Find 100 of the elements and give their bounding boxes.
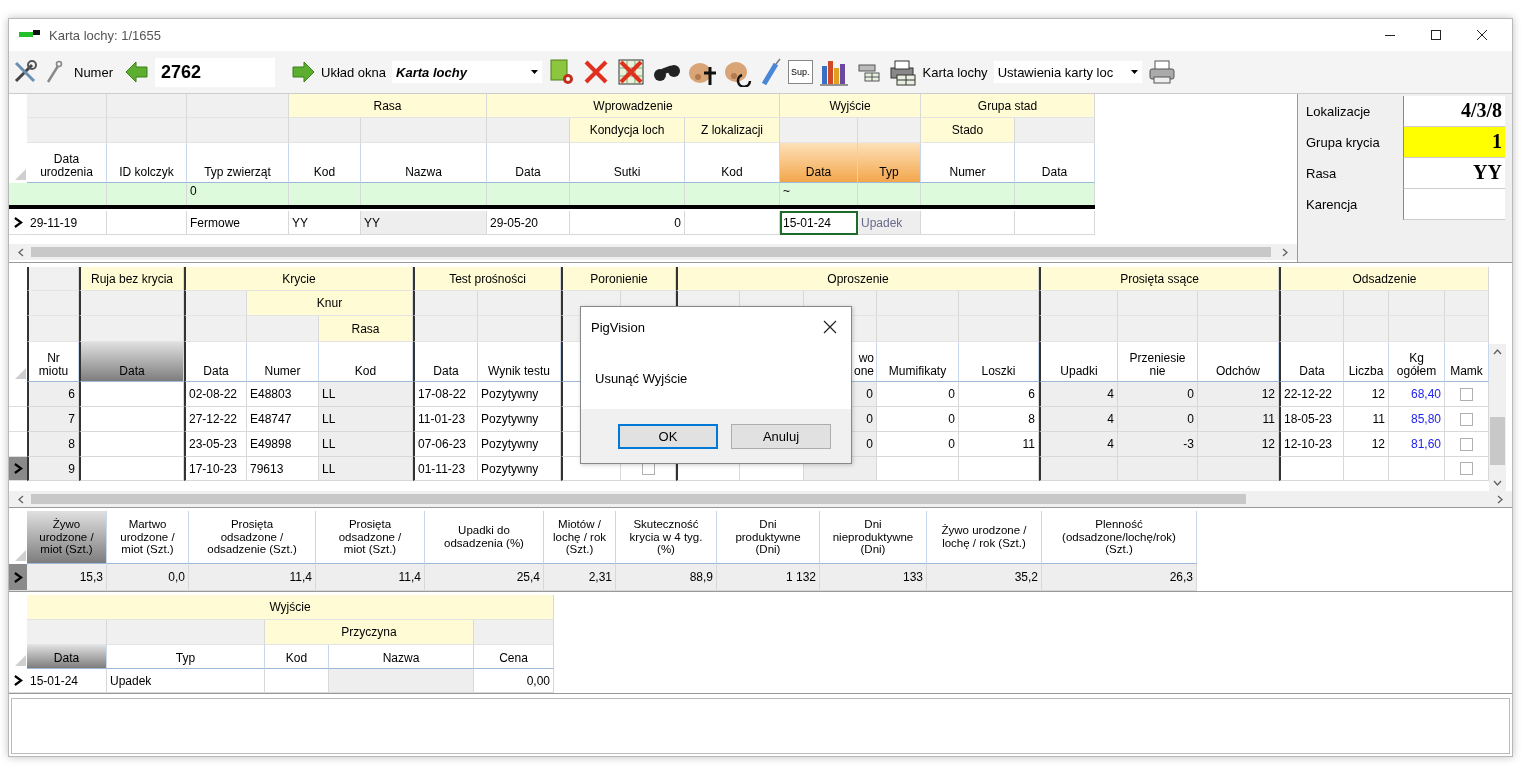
column-header[interactable]: Liczba <box>1344 342 1389 382</box>
value-field[interactable]: YY <box>1403 158 1505 189</box>
dialog-button[interactable]: Anuluj <box>731 423 831 449</box>
column-header[interactable]: Odchów <box>1198 342 1279 382</box>
value-field[interactable]: 4/3/8 <box>1403 96 1505 127</box>
number-field[interactable]: 2762 <box>155 57 275 87</box>
table-cell: 0 <box>877 382 959 407</box>
right-arrow-icon[interactable] <box>291 61 315 83</box>
table-cell[interactable]: 15-01-24 <box>780 211 858 235</box>
scroll-right-icon[interactable] <box>1496 494 1504 504</box>
column-header[interactable]: Miotów / lochę / rok (Szt.) <box>544 511 616 564</box>
column-header[interactable]: Żywo urodzone / lochę / rok (Szt.) <box>927 511 1042 564</box>
filter-cell[interactable] <box>487 183 570 205</box>
notes-field[interactable] <box>11 698 1510 754</box>
filter-cell[interactable]: 0 <box>187 183 289 205</box>
checkbox[interactable] <box>1460 462 1473 475</box>
checkbox[interactable] <box>1460 387 1473 401</box>
printer-icon[interactable] <box>1147 59 1176 85</box>
scroll-down-icon[interactable] <box>1493 479 1502 487</box>
filter-cell[interactable] <box>289 183 361 205</box>
row-header[interactable] <box>9 564 27 591</box>
column-header[interactable]: Nazwa <box>329 645 474 669</box>
column-header[interactable]: Data <box>1279 342 1344 382</box>
column-header[interactable]: Żywo urodzone / miot (Szt.) <box>27 511 107 564</box>
scroll-left-icon[interactable] <box>17 247 25 257</box>
value-field[interactable]: 1 <box>1403 127 1505 158</box>
filter-cell[interactable] <box>27 183 107 205</box>
horizontal-scrollbar[interactable] <box>9 491 1512 507</box>
bar-chart-icon[interactable] <box>818 58 849 86</box>
filter-cell[interactable] <box>858 183 921 205</box>
dropdown-caret-icon[interactable] <box>531 70 539 74</box>
column-header[interactable]: Loszki <box>959 342 1039 382</box>
table-cell: 7 <box>27 407 79 432</box>
close-icon[interactable] <box>823 320 837 334</box>
scroll-left-icon[interactable] <box>17 494 25 504</box>
column-header[interactable]: Prosięta odsadzone / odsadzenie (Szt.) <box>189 511 316 564</box>
scroll-right-icon[interactable] <box>1281 247 1289 257</box>
column-header[interactable]: Typ <box>858 143 921 183</box>
column-header[interactable]: Data <box>79 342 184 382</box>
sup-button[interactable]: Sup. <box>788 60 813 84</box>
column-header[interactable]: Typ zwierząt <box>187 143 289 183</box>
column-header[interactable]: Numer <box>247 342 319 382</box>
table-cell: 88,9 <box>616 564 717 591</box>
column-header[interactable]: Data <box>27 645 107 669</box>
column-header[interactable]: Dni produktywne (Dni) <box>717 511 820 564</box>
column-header[interactable]: Cena <box>474 645 554 669</box>
column-header[interactable]: Skuteczność krycia w 4 tyg. (%) <box>616 511 717 564</box>
column-header[interactable]: Kod <box>289 143 361 183</box>
column-header[interactable]: Upadki do odsadzenia (%) <box>425 511 544 564</box>
column-header[interactable]: Martwo urodzone / miot (Szt.) <box>107 511 189 564</box>
table-cell[interactable]: Upadek <box>858 211 921 235</box>
left-arrow-icon[interactable] <box>125 61 149 83</box>
vertical-scrollbar[interactable] <box>1489 344 1506 491</box>
column-header[interactable]: Plenność (odsadzone/lochę/rok) (Szt.) <box>1042 511 1197 564</box>
value-field[interactable] <box>1403 189 1505 220</box>
column-header[interactable]: Typ <box>107 645 265 669</box>
column-header[interactable]: Data <box>184 342 247 382</box>
column-header[interactable]: ID kolczyk <box>107 143 187 183</box>
column-header[interactable]: Data <box>1015 143 1095 183</box>
filter-cell[interactable] <box>107 183 187 205</box>
column-header[interactable]: Data urodzenia <box>27 143 107 183</box>
column-header[interactable]: Kod <box>685 143 780 183</box>
dialog-button[interactable]: OK <box>618 423 718 449</box>
column-header[interactable]: Kod <box>319 342 413 382</box>
layout-dropdown[interactable]: Karta lochy <box>392 61 543 83</box>
filter-cell[interactable] <box>570 183 685 205</box>
column-header[interactable]: Data <box>780 143 858 183</box>
checkbox[interactable] <box>1460 412 1473 426</box>
column-header[interactable]: Mamk <box>1445 342 1489 382</box>
filter-cell[interactable]: ~ <box>780 183 858 205</box>
column-header[interactable]: Kg ogółem <box>1389 342 1445 382</box>
filter-cell[interactable] <box>921 183 1015 205</box>
column-header[interactable]: Upadki <box>1039 342 1118 382</box>
maximize-icon[interactable] <box>1430 29 1442 41</box>
column-header[interactable]: Nazwa <box>361 143 487 183</box>
column-header[interactable]: Przeniesie nie <box>1118 342 1198 382</box>
checkbox[interactable] <box>1460 437 1473 451</box>
horizontal-scrollbar[interactable] <box>9 244 1297 260</box>
column-header[interactable]: Data <box>487 143 570 183</box>
row-header[interactable] <box>9 457 27 481</box>
column-header[interactable]: Nr miotu <box>27 342 79 382</box>
column-header[interactable]: Data <box>413 342 478 382</box>
syringe-icon[interactable] <box>760 58 783 86</box>
column-header[interactable]: Sutki <box>570 143 685 183</box>
column-header[interactable]: Numer <box>921 143 1015 183</box>
column-header[interactable]: Kod <box>265 645 329 669</box>
delete-grid-icon[interactable] <box>616 57 647 87</box>
filter-cell[interactable] <box>685 183 780 205</box>
dropdown-caret-icon[interactable] <box>1130 70 1138 74</box>
close-icon[interactable] <box>1476 29 1488 41</box>
scroll-up-icon[interactable] <box>1493 348 1502 356</box>
column-header[interactable]: Mumifikaty <box>877 342 959 382</box>
wrench-icon[interactable] <box>44 60 64 84</box>
column-header[interactable]: Wynik testu <box>478 342 561 382</box>
filter-cell[interactable] <box>1015 183 1095 205</box>
filter-cell[interactable] <box>361 183 487 205</box>
column-header[interactable]: Dni nieproduktywne (Dni) <box>820 511 927 564</box>
settings-dropdown[interactable]: Ustawienia karty loc <box>993 61 1142 83</box>
tools-icon[interactable] <box>12 59 38 85</box>
column-header[interactable]: Prosięta odsadzone / miot (Szt.) <box>316 511 425 564</box>
